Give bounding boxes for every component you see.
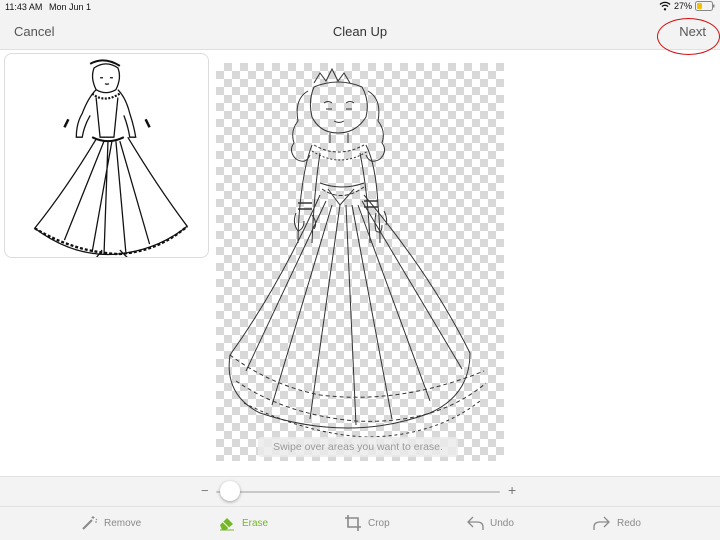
redo-tool[interactable]: Redo [593, 515, 641, 531]
crop-tool[interactable]: Crop [344, 515, 390, 531]
erase-tool[interactable]: Erase [218, 515, 268, 531]
redo-tool-label: Redo [617, 517, 641, 529]
erase-tool-label: Erase [242, 517, 269, 529]
status-date: Mon Jun 1 [49, 2, 92, 12]
next-button[interactable]: Next [679, 24, 706, 39]
princess-sketch-thumbnail [33, 59, 189, 257]
erase-canvas[interactable] [216, 63, 504, 461]
undo-icon [467, 516, 484, 530]
original-image-thumbnail[interactable] [4, 53, 209, 258]
battery-percent: 27% [673, 1, 692, 11]
brush-size-track[interactable] [216, 491, 500, 493]
status-indicators: 27% [659, 1, 715, 11]
undo-tool[interactable]: Undo [466, 515, 514, 531]
eraser-icon [220, 518, 234, 531]
crop-icon [345, 515, 361, 531]
status-time: 11:43 AM [5, 2, 43, 12]
wifi-icon [659, 1, 671, 11]
bottom-toolbar: Remove Erase Crop Undo Redo [0, 506, 720, 540]
nav-bar: Cancel Clean Up Next [0, 14, 720, 50]
crop-tool-label: Crop [368, 517, 390, 529]
increase-size-button[interactable]: + [508, 482, 516, 498]
status-bar: 11:43 AM Mon Jun 1 27% [0, 0, 720, 14]
decrease-size-button[interactable]: − [201, 483, 209, 498]
princess-sketch [228, 67, 487, 438]
undo-tool-label: Undo [490, 517, 514, 529]
page-title: Clean Up [332, 24, 388, 39]
redo-icon [593, 516, 610, 530]
remove-tool[interactable]: Remove [80, 515, 141, 531]
magic-wand-icon [82, 516, 98, 530]
erase-hint: Swipe over areas you want to erase. [258, 437, 458, 457]
remove-tool-label: Remove [104, 517, 142, 529]
battery-icon [695, 1, 715, 11]
brush-size-bar: − + [0, 476, 720, 506]
brush-size-thumb[interactable] [220, 481, 241, 501]
